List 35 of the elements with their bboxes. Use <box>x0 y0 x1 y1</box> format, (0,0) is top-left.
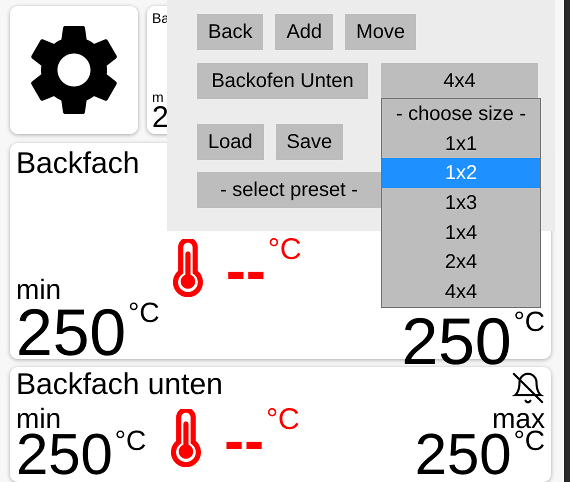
min-label: m <box>152 89 165 105</box>
dropdown-option[interactable]: 1x1 <box>382 128 540 158</box>
preset-button[interactable]: Save <box>276 124 344 160</box>
dropdown-option[interactable]: 1x4 <box>382 218 540 248</box>
dropdown-option[interactable]: 2x4 <box>382 247 540 278</box>
toolbar-button[interactable]: Move <box>345 14 416 50</box>
min-label: min <box>16 405 62 434</box>
location-button[interactable]: Backofen Unten <box>197 63 368 99</box>
thermometer-icon <box>172 239 204 297</box>
card-title: Backfach <box>16 147 140 181</box>
dropdown-option[interactable]: 4x4 <box>382 277 540 307</box>
min-temperature: 250 <box>16 305 126 360</box>
unit-label: °C <box>128 299 160 327</box>
min-temperature: 250 <box>16 433 113 478</box>
min-temperature: 2 <box>152 105 170 131</box>
bell-off-icon[interactable] <box>511 371 545 406</box>
dropdown-option[interactable]: - choose size - <box>382 99 540 129</box>
unit-label: °C <box>514 308 545 336</box>
card-title: Backfach unten <box>16 369 223 402</box>
unit-label: °C <box>268 235 302 265</box>
dropdown-option[interactable]: 1x3 <box>382 188 540 218</box>
current-temperature: -- <box>224 411 264 472</box>
settings-button[interactable] <box>10 6 138 134</box>
preset-button[interactable]: Load <box>197 124 264 160</box>
toolbar-button[interactable]: Back <box>197 14 264 50</box>
min-label: min <box>16 275 62 305</box>
unit-label: °C <box>114 427 146 456</box>
thermometer-icon <box>170 409 202 468</box>
unit-label: °C <box>266 405 300 436</box>
size-select[interactable]: 4x4 <box>381 63 538 99</box>
toolbar-button[interactable]: Add <box>275 14 334 50</box>
current-temperature: -- <box>226 241 266 301</box>
max-temperature: 250 <box>414 433 512 478</box>
max-temperature: 250 <box>401 314 512 368</box>
preset-select[interactable]: - select preset - <box>197 172 381 208</box>
